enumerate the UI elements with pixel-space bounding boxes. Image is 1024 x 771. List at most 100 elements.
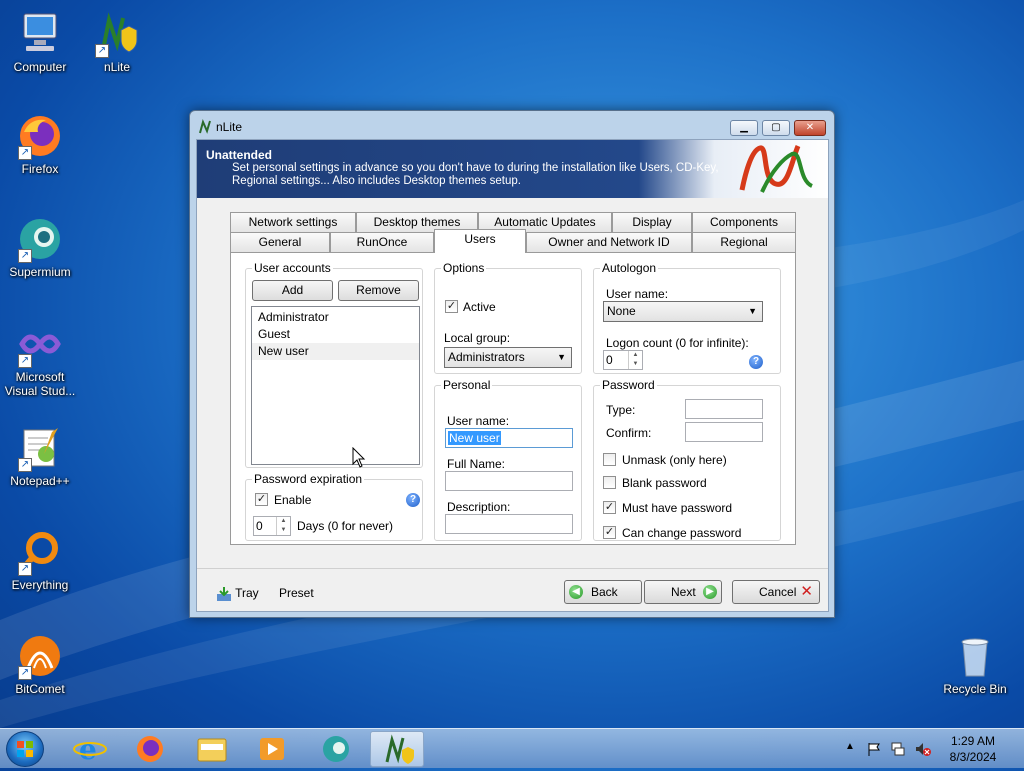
taskbar-nlite[interactable] [370, 731, 424, 767]
shortcut-arrow-icon: ↗ [18, 562, 32, 576]
desktop-icon-label: Notepad++ [10, 474, 70, 488]
action-center-flag-icon[interactable] [866, 741, 882, 757]
banner-description: Set personal settings in advance so you … [232, 162, 719, 187]
password-type-input[interactable] [685, 399, 763, 419]
tab-regional[interactable]: Regional [692, 232, 796, 252]
autologon-user-select[interactable]: None ▼ [603, 301, 763, 322]
desktop-icon-visual-studio[interactable]: ↗ Microsoft Visual Stud... [0, 320, 80, 398]
options-group: Options ✓ Active Local group: Administra… [434, 261, 582, 374]
volume-muted-icon[interactable] [914, 741, 932, 757]
full-name-input[interactable] [445, 471, 573, 491]
title-bar[interactable]: nLite ▁ ▢ ✕ [190, 111, 834, 141]
taskbar-ie[interactable]: e [63, 731, 117, 767]
network-icon[interactable] [890, 741, 906, 757]
taskbar-supermium[interactable] [309, 731, 363, 767]
bitcomet-icon: ↗ [16, 632, 64, 680]
supermium-icon [323, 736, 349, 762]
cancel-button[interactable]: Cancel ✕ [732, 580, 820, 604]
tab-network-settings[interactable]: Network settings [230, 212, 356, 232]
tab-components[interactable]: Components [692, 212, 796, 232]
list-item[interactable]: Guest [252, 326, 419, 343]
personal-legend: Personal [441, 378, 493, 392]
expiration-days-spinner[interactable]: 0 ▲ ▼ [253, 516, 291, 536]
active-checkbox[interactable]: ✓ [445, 300, 458, 313]
autologon-group: Autologon User name: None ▼ Logon count … [593, 261, 781, 374]
list-item[interactable]: New user [252, 343, 419, 360]
list-item[interactable]: Administrator [252, 309, 419, 326]
tab-users[interactable]: Users [434, 229, 526, 253]
blank-password-checkbox[interactable] [603, 476, 616, 489]
desktop-icon-firefox[interactable]: ↗ Firefox [0, 112, 80, 176]
clock-date[interactable]: 8/3/2024 [940, 750, 1006, 764]
nlite-icon: ↗ [93, 10, 141, 58]
spinner-arrows-icon[interactable]: ▲ ▼ [628, 351, 642, 369]
enable-expiration-checkbox[interactable]: ✓ [255, 493, 268, 506]
close-button[interactable]: ✕ [794, 120, 826, 136]
shortcut-arrow-icon: ↗ [18, 146, 32, 160]
desktop-icon-label: Computer [13, 60, 67, 74]
personal-user-name-label: User name: [447, 414, 510, 428]
shortcut-arrow-icon: ↗ [18, 458, 32, 472]
supermium-icon: ↗ [16, 215, 64, 263]
maximize-button[interactable]: ▢ [762, 120, 790, 136]
minimize-button[interactable]: ▁ [730, 120, 758, 136]
desktop-icon-everything[interactable]: ↗ Everything [0, 528, 80, 592]
start-button[interactable] [6, 731, 44, 767]
user-accounts-group: User accounts Add Remove Administrator G… [245, 261, 423, 468]
tray-button[interactable]: Tray [216, 584, 259, 602]
logon-count-value: 0 [606, 353, 613, 367]
description-input[interactable] [445, 514, 573, 534]
folder-icon [197, 738, 227, 762]
desktop-icon-supermium[interactable]: ↗ Supermium [0, 215, 80, 279]
unmask-label: Unmask (only here) [622, 453, 727, 467]
banner-heading: Unattended [206, 148, 272, 162]
taskbar-media-player[interactable] [245, 731, 299, 767]
local-group-select[interactable]: Administrators ▼ [444, 347, 572, 368]
autologon-user-name-label: User name: [606, 287, 669, 301]
desktop-icon-label: Microsoft Visual Stud... [4, 370, 76, 398]
personal-user-name-input[interactable]: New user [445, 428, 573, 448]
tab-general[interactable]: General [230, 232, 330, 252]
taskbar-explorer[interactable] [185, 731, 239, 767]
can-change-password-checkbox[interactable]: ✓ [603, 526, 616, 539]
taskbar-firefox[interactable] [123, 731, 177, 767]
expiration-days-label: Days (0 for never) [297, 519, 394, 533]
unmask-checkbox[interactable] [603, 453, 616, 466]
spinner-arrows-icon[interactable]: ▲ ▼ [276, 517, 290, 535]
desktop-icon-notepadpp[interactable]: ↗ Notepad++ [0, 424, 80, 488]
window-title: nLite [216, 120, 243, 134]
help-icon[interactable]: ? [406, 493, 420, 507]
options-legend: Options [441, 261, 487, 275]
footer-divider [197, 568, 828, 569]
tab-display[interactable]: Display [612, 212, 692, 232]
back-label: Back [591, 585, 618, 599]
user-accounts-list[interactable]: Administrator Guest New user [251, 306, 420, 465]
logon-count-spinner[interactable]: 0 ▲ ▼ [603, 350, 643, 370]
desktop-icon-computer[interactable]: Computer [0, 10, 80, 74]
svg-text:e: e [79, 733, 97, 766]
must-have-password-checkbox[interactable]: ✓ [603, 501, 616, 514]
help-icon[interactable]: ? [749, 355, 763, 369]
tab-owner-network-id[interactable]: Owner and Network ID [526, 232, 692, 252]
show-hidden-icons-icon[interactable]: ▲ [845, 741, 855, 752]
password-group: Password Type: Confirm: Unmask (only her… [593, 378, 781, 541]
firefox-icon [137, 736, 163, 762]
password-confirm-input[interactable] [685, 422, 763, 442]
nlite-icon [385, 734, 414, 764]
desktop-icon-bitcomet[interactable]: ↗ BitComet [0, 632, 80, 696]
next-label: Next [671, 585, 696, 599]
users-tab-panel: User accounts Add Remove Administrator G… [230, 252, 796, 545]
desktop-icon-nlite[interactable]: ↗ nLite [77, 10, 157, 74]
clock-time[interactable]: 1:29 AM [940, 734, 1006, 748]
password-legend: Password [600, 378, 657, 392]
tray-icon [217, 586, 231, 601]
back-button[interactable]: ◀ Back [564, 580, 642, 604]
add-user-button[interactable]: Add [252, 280, 333, 301]
preset-button[interactable]: Preset [279, 586, 314, 600]
mouse-cursor-icon [352, 447, 366, 468]
tab-runonce[interactable]: RunOnce [330, 232, 434, 252]
desktop-icon-recycle-bin[interactable]: Recycle Bin [935, 632, 1015, 696]
next-button[interactable]: Next ▶ [644, 580, 722, 604]
remove-user-button[interactable]: Remove [338, 280, 419, 301]
internet-explorer-icon: e [73, 733, 107, 766]
